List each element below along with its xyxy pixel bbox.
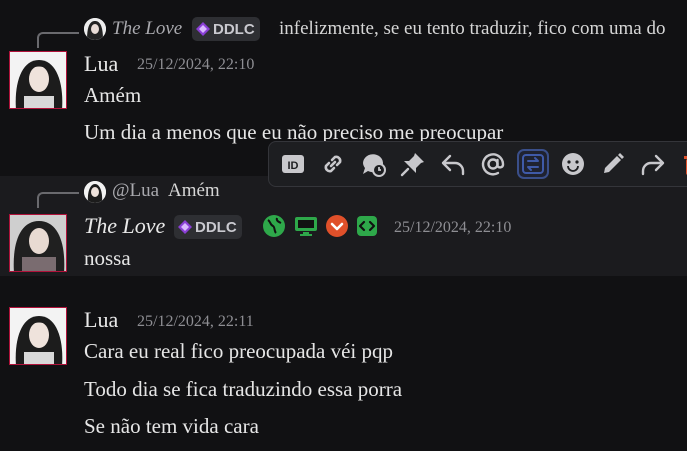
pin-button[interactable]: [397, 149, 429, 179]
message-line: Amém: [84, 83, 142, 107]
timestamp[interactable]: 25/12/2024, 22:10: [394, 219, 511, 237]
reply-button[interactable]: [437, 149, 469, 179]
reply-preview-text[interactable]: infelizmente, se eu tento traduzir, fico…: [279, 18, 666, 40]
code-icon[interactable]: [355, 214, 379, 238]
add-reaction-button[interactable]: [557, 149, 589, 179]
reply-author-avatar[interactable]: [84, 18, 106, 40]
timestamp[interactable]: 25/12/2024, 22:11: [137, 313, 254, 331]
reply-connector: [37, 32, 79, 48]
reply-author-name[interactable]: The Love: [112, 18, 182, 40]
copy-id-icon: ID: [282, 155, 304, 173]
role-badge[interactable]: DDLC: [192, 17, 260, 41]
emoji-icon: [562, 153, 584, 175]
copy-link-button[interactable]: [317, 149, 349, 179]
translate-button[interactable]: [517, 149, 549, 179]
reply-connector: [37, 192, 79, 208]
delete-icon: [684, 156, 687, 175]
message-line: Se não tem vida cara: [84, 414, 259, 438]
forward-icon: [641, 154, 665, 176]
message-actions-toolbar: ID: [268, 141, 687, 187]
avatar[interactable]: [9, 214, 67, 272]
translate-icon: [522, 154, 544, 174]
chevron-down-icon[interactable]: [325, 214, 349, 238]
forward-button[interactable]: [637, 149, 669, 179]
author-name[interactable]: Lua: [84, 51, 118, 77]
reply-icon: [441, 154, 465, 176]
reply-preview-text[interactable]: Amém: [168, 180, 220, 202]
reply-history-button[interactable]: [357, 149, 389, 179]
svg-text:ID: ID: [288, 160, 299, 172]
globe-icon[interactable]: [262, 214, 286, 238]
diamond-icon: [196, 22, 210, 36]
message-line: Cara eu real fico preocupada véi pqp: [84, 339, 394, 363]
delete-button[interactable]: [677, 149, 687, 179]
copy-id-button[interactable]: ID: [277, 149, 309, 179]
role-badge-label: DDLC: [213, 20, 255, 38]
diamond-icon: [178, 220, 192, 234]
edit-icon: [604, 153, 624, 173]
desktop-icon[interactable]: [294, 214, 318, 238]
chat-clock-icon: [363, 154, 386, 177]
edit-button[interactable]: [597, 149, 629, 179]
pin-icon: [400, 153, 424, 177]
message-line: Todo dia se fica traduzindo essa porra: [84, 377, 403, 401]
timestamp[interactable]: 25/12/2024, 22:10: [137, 56, 254, 74]
avatar[interactable]: [9, 51, 67, 109]
author-name[interactable]: Lua: [84, 307, 118, 333]
avatar[interactable]: [9, 307, 67, 365]
author-name[interactable]: The Love: [84, 213, 165, 239]
reply-author-avatar[interactable]: [84, 181, 106, 203]
mention-button[interactable]: [477, 149, 509, 179]
role-badge[interactable]: DDLC: [174, 215, 242, 239]
reply-mention[interactable]: @Lua: [112, 180, 159, 202]
link-icon: [324, 155, 342, 173]
role-badge-label: DDLC: [195, 218, 237, 236]
message-line: nossa: [84, 246, 131, 270]
mention-icon: [481, 153, 505, 176]
